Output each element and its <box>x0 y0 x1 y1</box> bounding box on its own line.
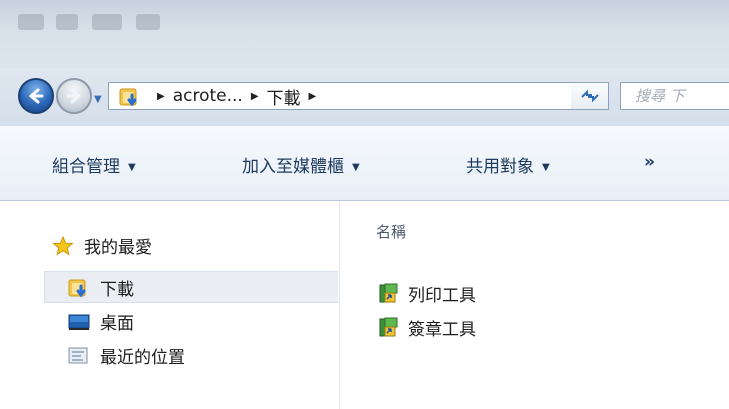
search-input[interactable]: 搜尋 下 <box>620 82 729 110</box>
chevron-down-icon: ▼ <box>352 162 360 173</box>
column-header-name[interactable]: 名稱 <box>376 221 406 242</box>
forward-arrow-icon <box>66 88 81 104</box>
quick-access-dropdown-icon[interactable] <box>136 14 160 30</box>
recent-pages-dropdown-icon[interactable]: ▼ <box>94 94 102 105</box>
nav-item-label: 我的最愛 <box>84 237 152 258</box>
nav-item-desktop[interactable]: 桌面 <box>68 305 134 337</box>
address-row: ▼ ▶ acrote... ▶ 下載 ▶ ▼ 搜尋 下 <box>0 68 729 127</box>
breadcrumb-user[interactable]: acrote... <box>173 86 243 106</box>
chevron-down-icon: ▼ <box>128 162 136 173</box>
nav-item-recent-places[interactable]: 最近的位置 <box>68 339 185 371</box>
share-with-menu[interactable]: 共用對象 ▼ <box>466 152 550 177</box>
star-icon <box>52 235 74 256</box>
quick-access-new-folder-icon[interactable] <box>56 14 78 30</box>
command-toolbar: 組合管理 ▼ 加入至媒體櫃 ▼ 共用對象 ▼ » <box>0 126 729 201</box>
breadcrumb-separator-icon[interactable]: ▶ <box>157 91 165 102</box>
file-name: 列印工具 <box>408 285 476 306</box>
back-button[interactable] <box>18 78 54 114</box>
navigation-pane: 我的最愛 下載 桌面 最近的位置 <box>0 201 340 409</box>
file-item[interactable]: 簽章工具 <box>378 313 476 341</box>
file-item[interactable]: 列印工具 <box>378 279 476 307</box>
chevron-down-icon: ▼ <box>542 162 550 173</box>
organize-label: 組合管理 <box>52 157 120 177</box>
forward-button[interactable] <box>56 78 92 114</box>
breadcrumb-separator-icon[interactable]: ▶ <box>309 91 317 102</box>
more-commands-button[interactable]: » <box>644 152 655 172</box>
file-list: 名稱 列印工具 簽章工具 <box>340 201 729 409</box>
downloads-folder-icon <box>119 87 141 107</box>
quick-access-properties-icon[interactable] <box>18 14 44 30</box>
breadcrumb-separator-icon[interactable]: ▶ <box>251 91 259 102</box>
back-arrow-icon <box>29 88 44 104</box>
shortcut-app-icon <box>378 282 400 304</box>
recent-places-icon <box>68 346 90 364</box>
address-bar[interactable]: ▶ acrote... ▶ 下載 ▶ ▼ <box>108 82 661 110</box>
include-in-library-menu[interactable]: 加入至媒體櫃 ▼ <box>242 152 360 177</box>
file-name: 簽章工具 <box>408 319 476 340</box>
refresh-button[interactable] <box>571 82 609 110</box>
nav-item-label: 桌面 <box>100 313 134 334</box>
share-with-label: 共用對象 <box>466 157 534 177</box>
breadcrumb-downloads[interactable]: 下載 <box>267 84 301 109</box>
desktop-icon <box>68 312 90 330</box>
nav-item-downloads[interactable]: 下載 <box>68 271 134 303</box>
nav-item-label: 最近的位置 <box>100 347 185 368</box>
nav-item-label: 下載 <box>100 279 134 300</box>
nav-item-favorites[interactable]: 我的最愛 <box>52 229 152 261</box>
quick-access-undo-icon[interactable] <box>92 14 122 30</box>
shortcut-app-icon <box>378 316 400 338</box>
include-in-library-label: 加入至媒體櫃 <box>242 157 344 177</box>
organize-menu[interactable]: 組合管理 ▼ <box>52 152 136 177</box>
title-bar <box>0 0 729 68</box>
refresh-icon <box>580 89 599 103</box>
downloads-folder-icon <box>68 278 90 298</box>
